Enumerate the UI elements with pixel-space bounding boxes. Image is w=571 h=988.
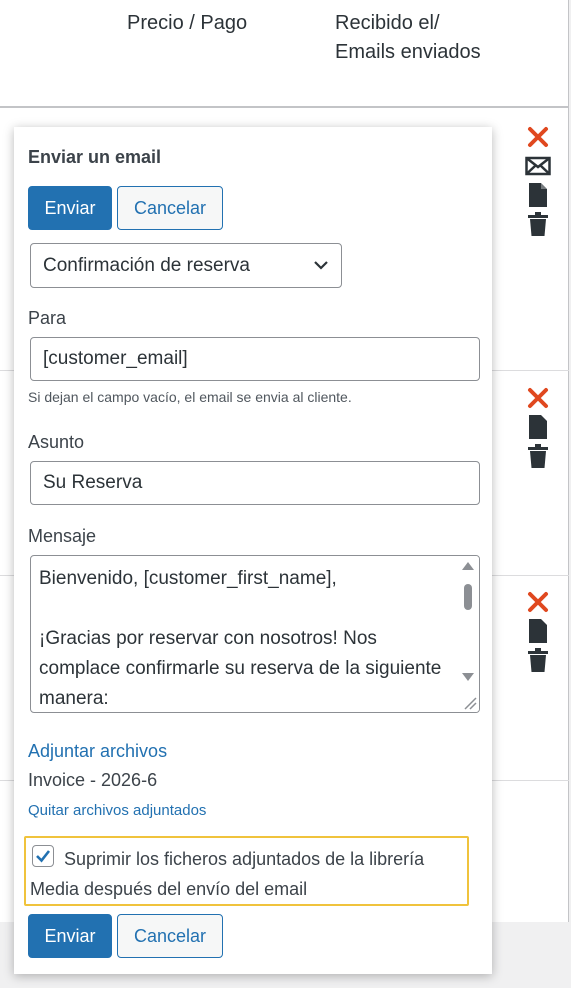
trash-icon[interactable] bbox=[525, 647, 551, 673]
document-icon[interactable] bbox=[525, 182, 551, 208]
row-actions bbox=[524, 589, 552, 676]
column-header-received[interactable]: Recibido el/ Emails enviados bbox=[335, 9, 555, 67]
column-header-price[interactable]: Precio / Pago bbox=[127, 9, 247, 38]
column-header-received-line2: Emails enviados bbox=[335, 41, 481, 63]
header-divider bbox=[0, 106, 569, 108]
send-button-bottom[interactable]: Enviar bbox=[28, 914, 112, 958]
document-icon[interactable] bbox=[525, 618, 551, 644]
chevron-down-icon bbox=[313, 257, 329, 279]
document-icon[interactable] bbox=[525, 414, 551, 440]
subject-label: Asunto bbox=[28, 432, 85, 452]
remove-attachments-link[interactable]: Quitar archivos adjuntados bbox=[28, 802, 206, 819]
scroll-thumb[interactable] bbox=[464, 584, 472, 610]
to-input-value: [customer_email] bbox=[43, 348, 188, 369]
trash-icon[interactable] bbox=[525, 443, 551, 469]
to-input[interactable]: [customer_email] bbox=[30, 337, 480, 381]
email-template-select[interactable]: Confirmación de reserva bbox=[30, 243, 342, 288]
attach-files-link[interactable]: Adjuntar archivos bbox=[28, 741, 167, 762]
envelope-icon[interactable] bbox=[525, 153, 551, 179]
suppress-attachments-option: Suprimir los ficheros adjuntados de la l… bbox=[24, 836, 469, 906]
checkmark-icon bbox=[36, 850, 51, 863]
close-icon[interactable] bbox=[525, 385, 551, 411]
send-button-top[interactable]: Enviar bbox=[28, 186, 112, 230]
message-textarea[interactable]: Bienvenido, [customer_first_name], ¡Grac… bbox=[30, 555, 480, 713]
row-actions bbox=[524, 124, 552, 240]
send-email-dialog: Enviar un email Enviar Cancelar Confirma… bbox=[14, 127, 492, 974]
attachment-name: Invoice - 2026-6 bbox=[28, 770, 158, 790]
scroll-down-arrow-icon[interactable] bbox=[462, 673, 474, 681]
message-text: Bienvenido, [customer_first_name], ¡Grac… bbox=[39, 564, 449, 712]
message-scrollbar[interactable] bbox=[457, 556, 479, 712]
cancel-button-top[interactable]: Cancelar bbox=[117, 186, 223, 230]
email-template-selected: Confirmación de reserva bbox=[43, 254, 250, 276]
row-actions bbox=[524, 385, 552, 472]
message-label: Mensaje bbox=[28, 526, 97, 546]
to-hint: Si dejan el campo vacío, el email se env… bbox=[28, 389, 352, 405]
resize-handle-icon[interactable] bbox=[457, 690, 479, 712]
close-icon[interactable] bbox=[525, 124, 551, 150]
scroll-up-arrow-icon[interactable] bbox=[462, 562, 474, 570]
suppress-attachments-checkbox[interactable] bbox=[32, 845, 54, 867]
subject-input-value: Su Reserva bbox=[43, 472, 143, 493]
column-header-received-line1: Recibido el/ bbox=[335, 12, 440, 34]
cancel-button-bottom[interactable]: Cancelar bbox=[117, 914, 223, 958]
message-line: ¡Gracias por reservar con nosotros! Nos … bbox=[39, 628, 442, 709]
message-line: Bienvenido, [customer_first_name], bbox=[39, 568, 337, 589]
subject-input[interactable]: Su Reserva bbox=[30, 461, 480, 505]
trash-icon[interactable] bbox=[525, 211, 551, 237]
suppress-attachments-label[interactable]: Suprimir los ficheros adjuntados de la l… bbox=[30, 844, 465, 904]
to-label: Para bbox=[28, 308, 67, 328]
dialog-title: Enviar un email bbox=[28, 147, 162, 167]
close-icon[interactable] bbox=[525, 589, 551, 615]
